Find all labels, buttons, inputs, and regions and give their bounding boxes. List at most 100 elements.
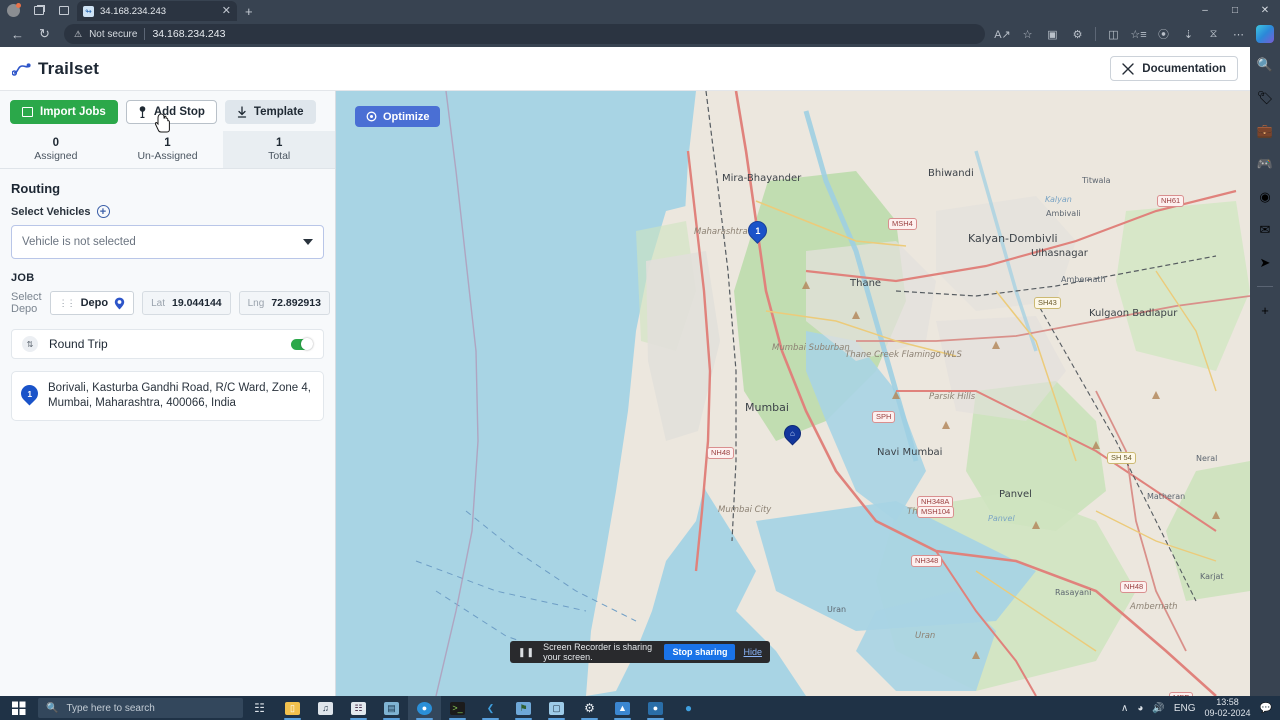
clock[interactable]: 13:58 09-02-2024	[1205, 697, 1251, 719]
network-icon[interactable]: ◕	[1137, 703, 1143, 714]
depo-row: Select Depo ⋮⋮ Depo Lat 19.044144 Lng 72…	[11, 291, 330, 315]
new-tab-button[interactable]: +	[245, 4, 253, 19]
lng-field[interactable]: Lng 72.892913	[238, 291, 330, 315]
screen-recorder-icon[interactable]: ●	[639, 696, 672, 720]
photos-icon[interactable]: ▲	[606, 696, 639, 720]
notes-icon[interactable]: ▢	[540, 696, 573, 720]
window-controls: – □ ✕	[1190, 0, 1280, 21]
search-input[interactable]: 🔍 Type here to search	[38, 698, 243, 718]
road-shield: SH 54	[1107, 452, 1136, 464]
office-icon[interactable]: ◉	[1255, 187, 1275, 207]
address-bar[interactable]: ⚠ Not secure 34.168.234.243	[64, 24, 985, 44]
pause-icon[interactable]: ❚❚	[518, 647, 535, 658]
split-screen-icon[interactable]: ◫	[1102, 24, 1125, 45]
search-icon[interactable]: 🔍	[1255, 55, 1275, 75]
file-explorer-icon[interactable]: ▯	[276, 696, 309, 720]
terminal-icon[interactable]: >_	[441, 696, 474, 720]
favorites-bar-icon[interactable]: ☆≡	[1127, 24, 1150, 45]
outlook-icon[interactable]: ✉	[1255, 220, 1275, 240]
close-icon[interactable]: ✕	[222, 5, 231, 17]
download-icon	[237, 106, 247, 118]
select-vehicles-label: Select Vehicles +	[11, 205, 324, 218]
copilot-icon[interactable]	[1256, 25, 1274, 43]
routing-panel: Import Jobs Add Stop Template 0 Assigned…	[0, 91, 336, 696]
read-aloud-icon[interactable]: A↗	[991, 24, 1014, 45]
vscode-icon[interactable]: ❮	[474, 696, 507, 720]
add-sidebar-icon[interactable]: +	[1255, 300, 1275, 320]
favorite-star-icon[interactable]: ☆	[1016, 24, 1039, 45]
drag-handle-icon[interactable]: ⋮⋮	[59, 298, 76, 309]
tray-chevron-icon[interactable]: ∧	[1121, 703, 1128, 714]
git-icon[interactable]: ⚑	[507, 696, 540, 720]
stop-number: 1	[27, 388, 32, 399]
tab-copy-icon[interactable]	[31, 3, 46, 18]
loop-icon: ⇅	[22, 336, 38, 352]
windows-icon[interactable]	[0, 696, 38, 720]
vehicle-select[interactable]: Vehicle is not selected	[11, 225, 324, 259]
stat-unassigned: 1 Un-Assigned	[112, 131, 224, 168]
optimize-label: Optimize	[383, 110, 430, 123]
map-pin-icon	[139, 106, 146, 118]
slack-icon[interactable]: ☷	[342, 696, 375, 720]
plus-circle-icon[interactable]: +	[96, 205, 110, 218]
list-item[interactable]: 1 Borivali, Kasturba Gandhi Road, R/C Wa…	[11, 371, 324, 421]
reload-icon[interactable]: ↻	[31, 23, 58, 45]
job-stats: 0 Assigned 1 Un-Assigned 1 Total	[0, 131, 336, 169]
settings-icon[interactable]: ⚙	[573, 696, 606, 720]
optimize-button[interactable]: Optimize	[355, 106, 441, 127]
edge-beta-icon[interactable]: ●	[672, 696, 705, 720]
browser-essentials-icon[interactable]: ⚙	[1066, 24, 1089, 45]
stat-value: 1	[164, 137, 171, 149]
tab-actions-icon[interactable]	[56, 3, 71, 18]
task-view-icon[interactable]: ☷	[243, 696, 276, 720]
location-pin-icon[interactable]	[114, 297, 125, 310]
tab-strip-left-icons	[0, 0, 71, 21]
stop-marker[interactable]: 1	[744, 217, 771, 247]
screenshot-icon[interactable]: ▣	[1041, 24, 1064, 45]
round-trip-toggle[interactable]	[291, 337, 313, 350]
home-icon: ⌂	[790, 429, 795, 438]
map-canvas[interactable]: Optimize Mira-Bhayander Bhiwandi Titwala Am…	[336, 91, 1250, 696]
more-options-icon[interactable]: ⋯	[1227, 24, 1250, 45]
import-jobs-label: Import Jobs	[40, 106, 106, 118]
template-button[interactable]: Template	[224, 100, 316, 124]
page-viewport: Trailset Documentation Import Jobs Add S…	[0, 47, 1250, 696]
road-shield: SH43	[1034, 297, 1061, 309]
language-indicator[interactable]: ENG	[1174, 703, 1196, 714]
volume-icon[interactable]: 🔊	[1152, 703, 1164, 714]
round-trip-left: ⇅ Round Trip	[22, 336, 108, 352]
documentation-button[interactable]: Documentation	[1110, 56, 1238, 81]
depo-chip[interactable]: ⋮⋮ Depo	[49, 291, 135, 315]
route-icon	[12, 62, 31, 76]
lng-value: 72.892913	[271, 297, 321, 309]
minimize-button[interactable]: –	[1190, 0, 1220, 21]
depo-chip-label: Depo	[80, 297, 109, 309]
lat-field[interactable]: Lat 19.044144	[142, 291, 231, 315]
select-depo-label: Select Depo	[11, 291, 42, 315]
profile-avatar[interactable]	[6, 3, 21, 18]
browser-tab[interactable]: ↬ 34.168.234.243 ✕	[77, 1, 237, 21]
maximize-button[interactable]: □	[1220, 0, 1250, 21]
remote-desktop-icon[interactable]: ▤	[375, 696, 408, 720]
edge-icon[interactable]: ●	[408, 696, 441, 720]
depo-marker[interactable]: ⌂	[780, 421, 805, 449]
close-window-button[interactable]: ✕	[1250, 0, 1280, 21]
round-trip-label: Round Trip	[49, 337, 108, 351]
select-vehicles-text: Select Vehicles	[11, 205, 91, 218]
road-shield: MSH104	[917, 506, 955, 518]
back-icon[interactable]: ←	[4, 23, 31, 45]
import-jobs-button[interactable]: Import Jobs	[10, 100, 118, 124]
games-icon[interactable]: 🎮	[1255, 154, 1275, 174]
telegram-icon[interactable]: ➤	[1255, 253, 1275, 273]
notifications-icon[interactable]: 💬	[1260, 703, 1272, 714]
media-player-icon[interactable]: ♫	[309, 696, 342, 720]
stat-label: Total	[268, 150, 291, 162]
shopping-icon[interactable]: 🏷	[1255, 88, 1275, 108]
collections-icon[interactable]: ⦿	[1152, 24, 1175, 45]
downloads-icon[interactable]: ⇣	[1177, 24, 1200, 45]
stop-marker-icon: 1	[17, 380, 42, 408]
stop-sharing-button[interactable]: Stop sharing	[664, 644, 736, 660]
tools-icon[interactable]: 💼	[1255, 121, 1275, 141]
hide-button[interactable]: Hide	[743, 647, 762, 657]
extensions-icon[interactable]: ⧖	[1202, 24, 1225, 45]
